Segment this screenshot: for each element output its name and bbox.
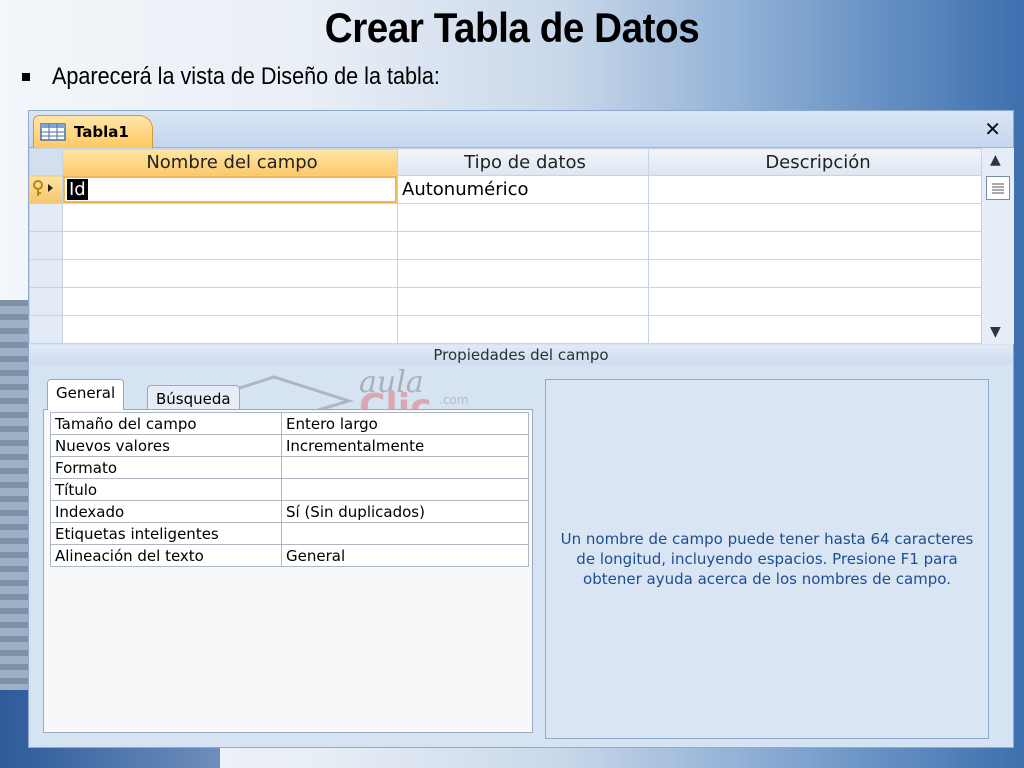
property-value[interactable] <box>281 478 529 501</box>
table-row <box>29 315 984 344</box>
bullet-text: Aparecerá la vista de Diseño de la tabla… <box>52 63 440 90</box>
property-row[interactable]: Formato <box>50 456 529 479</box>
tab-tabla1[interactable]: Tabla1 <box>33 115 153 148</box>
field-name-cell[interactable]: Id <box>62 175 398 204</box>
column-header-data-type[interactable]: Tipo de datos <box>397 148 649 176</box>
data-type-cell[interactable] <box>397 203 649 232</box>
row-selector-primary-key[interactable] <box>29 175 63 204</box>
property-name: Etiquetas inteligentes <box>50 522 282 545</box>
table-row <box>29 231 984 260</box>
description-cell[interactable] <box>648 287 984 316</box>
tab-label: Tabla1 <box>74 123 129 141</box>
field-name-cell[interactable] <box>62 259 398 288</box>
select-all-corner[interactable] <box>29 148 63 176</box>
field-name-cell[interactable] <box>62 231 398 260</box>
row-selector[interactable] <box>29 231 63 260</box>
scroll-down-arrow-icon[interactable]: ▼ <box>990 324 1001 340</box>
bullet-item: Aparecerá la vista de Diseño de la tabla… <box>22 63 483 91</box>
general-properties-sheet: Tamaño del campo Entero largo Nuevos valo… <box>43 409 533 733</box>
property-name: Título <box>50 478 282 501</box>
thumb-grip-icon <box>992 183 1004 194</box>
table-row: Id Autonumérico <box>29 175 984 204</box>
field-name-cell[interactable] <box>62 315 398 344</box>
property-row[interactable]: Título <box>50 478 529 501</box>
property-value[interactable]: Entero largo <box>281 412 529 435</box>
description-cell[interactable] <box>648 231 984 260</box>
property-row[interactable]: Nuevos valores Incrementalmente <box>50 434 529 457</box>
data-type-cell[interactable]: Autonumérico <box>397 175 649 204</box>
tab-busqueda[interactable]: Búsqueda <box>147 385 240 410</box>
table-row <box>29 259 984 288</box>
data-type-cell[interactable] <box>397 259 649 288</box>
table-icon <box>40 123 66 141</box>
scroll-up-arrow-icon[interactable]: ▲ <box>990 152 1001 168</box>
data-type-cell[interactable] <box>397 231 649 260</box>
grid-header-row: Nombre del campo Tipo de datos Descripci… <box>29 148 984 176</box>
column-header-description[interactable]: Descripción <box>648 148 984 176</box>
property-value[interactable] <box>281 456 529 479</box>
slide-title: Crear Tabla de Datos <box>324 4 700 51</box>
description-cell[interactable] <box>648 175 984 204</box>
description-cell[interactable] <box>648 203 984 232</box>
property-value[interactable]: Sí (Sin duplicados) <box>281 500 529 523</box>
table-row <box>29 203 984 232</box>
field-properties-panel: General Búsqueda Tamaño del campo Entero … <box>41 379 533 735</box>
field-name-value[interactable]: Id <box>67 179 88 200</box>
help-text: Un nombre de campo puede tener hasta 64 … <box>560 530 974 588</box>
property-row[interactable]: Indexado Sí (Sin duplicados) <box>50 500 529 523</box>
field-help-box: Un nombre de campo puede tener hasta 64 … <box>545 379 989 739</box>
vertical-scrollbar[interactable]: ▲ ▼ <box>981 148 1014 344</box>
property-name: Tamaño del campo <box>50 412 282 435</box>
description-cell[interactable] <box>648 259 984 288</box>
field-properties-header: Propiedades del campo <box>29 345 1013 365</box>
data-type-cell[interactable] <box>397 287 649 316</box>
row-selector[interactable] <box>29 315 63 344</box>
column-header-field-name[interactable]: Nombre del campo <box>62 148 398 176</box>
property-value[interactable]: Incrementalmente <box>281 434 529 457</box>
access-design-window: Tabla1 ✕ Nombre del campo Tipo de datos … <box>28 110 1014 748</box>
row-selector[interactable] <box>29 203 63 232</box>
description-cell[interactable] <box>648 315 984 344</box>
tab-general[interactable]: General <box>47 379 125 410</box>
field-design-grid: Nombre del campo Tipo de datos Descripci… <box>29 148 1014 344</box>
row-selector[interactable] <box>29 259 63 288</box>
row-selector[interactable] <box>29 287 63 316</box>
property-name: Nuevos valores <box>50 434 282 457</box>
property-name: Alineación del texto <box>50 544 282 567</box>
bullet-marker <box>22 73 30 81</box>
scroll-thumb[interactable] <box>986 176 1010 200</box>
data-type-cell[interactable] <box>397 315 649 344</box>
table-row <box>29 287 984 316</box>
property-name: Indexado <box>50 500 282 523</box>
property-row[interactable]: Alineación del texto General <box>50 544 529 567</box>
primary-key-icon <box>33 179 53 196</box>
field-name-cell[interactable] <box>62 203 398 232</box>
close-icon[interactable]: ✕ <box>984 117 1001 141</box>
property-row[interactable]: Etiquetas inteligentes <box>50 522 529 545</box>
property-row[interactable]: Tamaño del campo Entero largo <box>50 412 529 435</box>
document-tab-bar: Tabla1 ✕ <box>29 111 1013 148</box>
property-value[interactable]: General <box>281 544 529 567</box>
field-name-cell[interactable] <box>62 287 398 316</box>
property-value[interactable] <box>281 522 529 545</box>
property-name: Formato <box>50 456 282 479</box>
